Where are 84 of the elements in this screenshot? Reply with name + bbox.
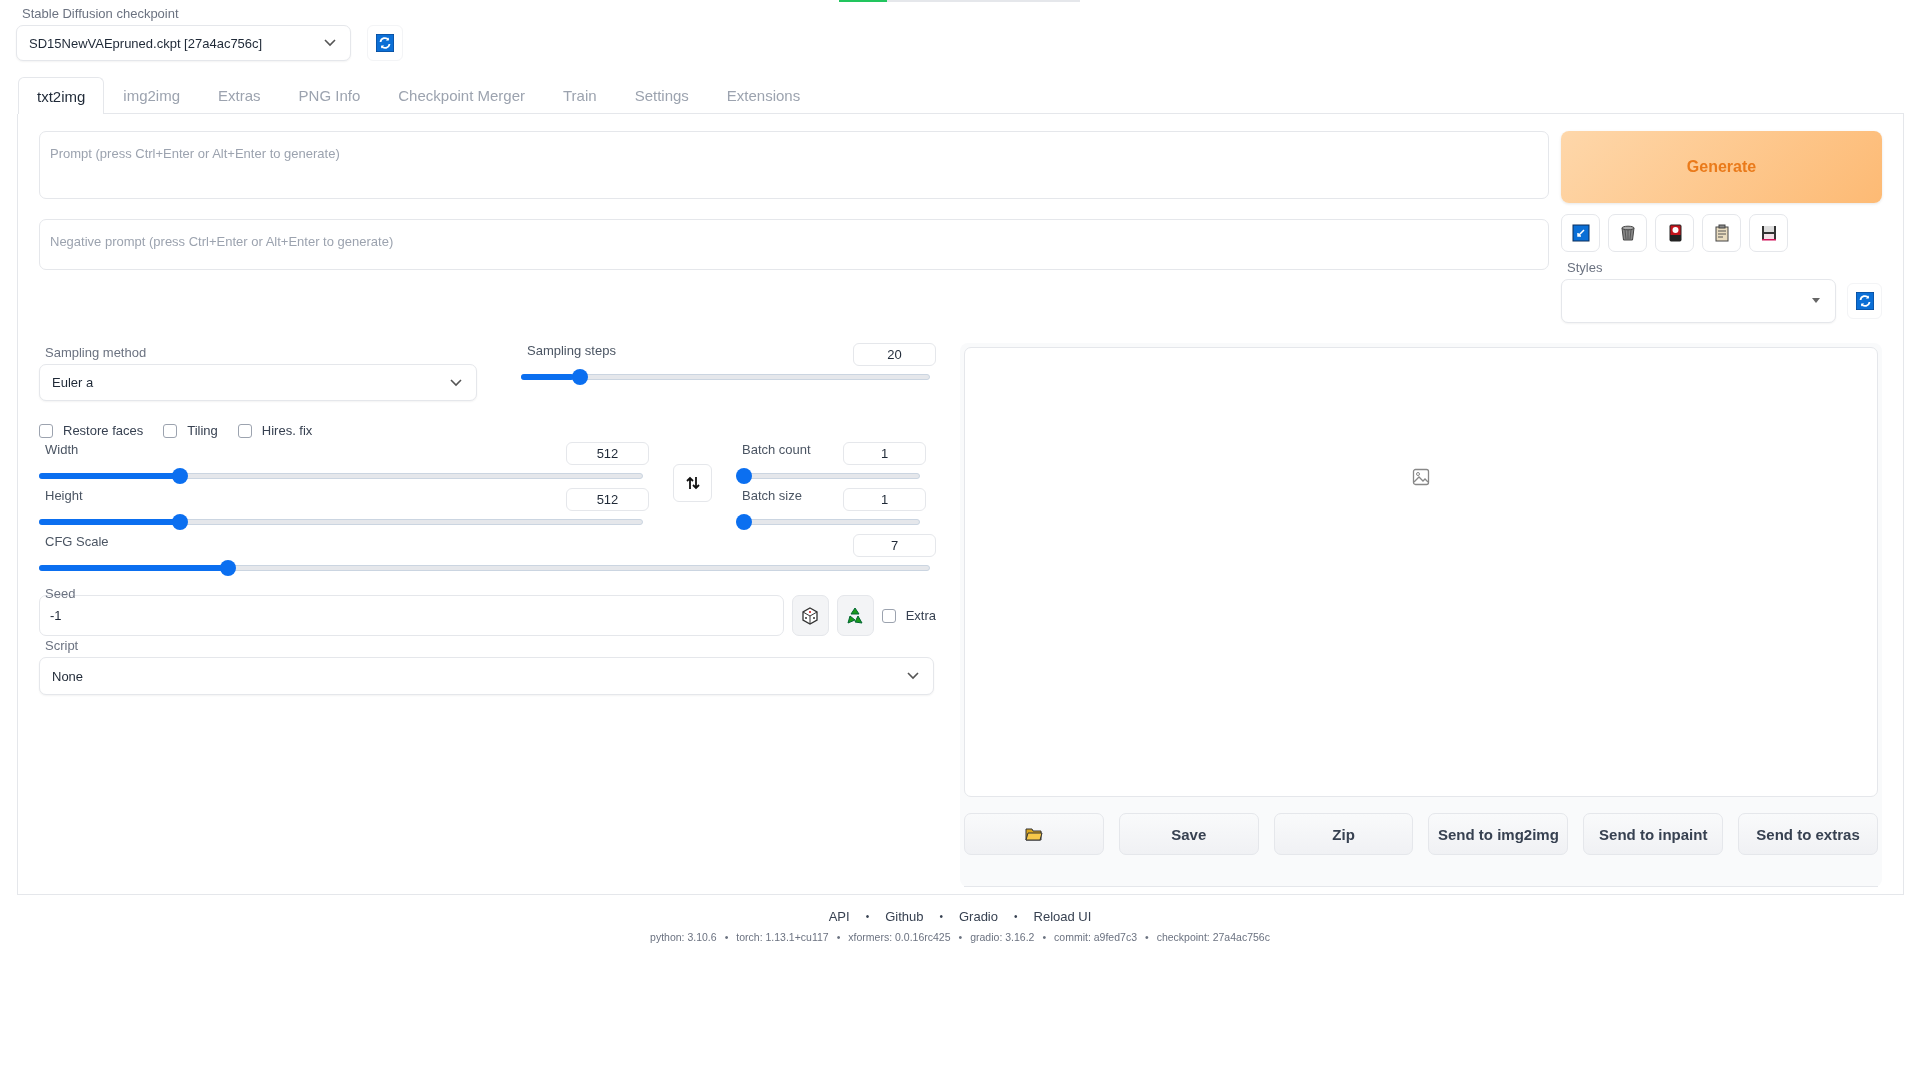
slider-fill — [521, 374, 575, 380]
separator-dot: • — [939, 911, 943, 922]
arrow-box-icon — [1571, 224, 1590, 242]
negative-prompt-field[interactable]: Negative prompt (press Ctrl+Enter or Alt+Enter to generate) — [39, 219, 1549, 270]
chevron-down-icon — [907, 672, 919, 680]
number-field[interactable]: 1 — [843, 488, 926, 511]
output-action-button[interactable]: Send to img2img — [1428, 813, 1569, 855]
checkpoint-label: Stable Diffusion checkpoint — [22, 6, 180, 21]
script-label: Script — [45, 638, 80, 653]
image-placeholder-icon — [1412, 468, 1430, 486]
version-info: checkpoint: 27a4ac756c — [1156, 931, 1270, 943]
separator-dot: • — [958, 931, 963, 943]
folder-icon — [1024, 827, 1043, 841]
separator-dot: • — [1042, 931, 1047, 943]
slider-thumb[interactable] — [220, 560, 237, 576]
styles-refresh-button[interactable] — [1847, 283, 1882, 319]
slider-label: Width — [45, 442, 79, 457]
tool-button[interactable] — [1608, 214, 1647, 252]
open-folder-button[interactable] — [964, 813, 1104, 855]
version-info: python: 3.10.6 — [650, 931, 717, 943]
footer-link[interactable]: Gradio — [958, 909, 998, 924]
slider-label: Batch count — [742, 442, 811, 457]
tab[interactable]: txt2img — [18, 77, 105, 114]
output-action-button[interactable]: Send to inpaint — [1583, 813, 1724, 855]
refresh-icon — [1855, 292, 1874, 310]
footer-link[interactable]: API — [828, 909, 850, 924]
chevron-down-icon — [450, 378, 462, 387]
separator-dot: • — [865, 911, 870, 922]
number-field[interactable]: 512 — [566, 488, 649, 511]
recycle-icon — [846, 606, 865, 625]
slider-thumb[interactable] — [736, 468, 752, 484]
swap-arrows-icon — [685, 476, 700, 490]
checkbox-label: Extra — [905, 608, 936, 623]
number-field[interactable]: 20 — [853, 343, 936, 366]
tool-button[interactable] — [1655, 214, 1694, 252]
number-field[interactable]: 1 — [843, 442, 926, 465]
checkbox-label: Hires. fix — [261, 423, 313, 438]
checkbox[interactable] — [163, 423, 178, 438]
chevron-down-icon — [324, 39, 336, 47]
checkbox-label: Restore faces — [63, 423, 144, 438]
caret-icon — [1811, 298, 1821, 304]
slider-thumb[interactable] — [736, 514, 752, 530]
slider-label: CFG Scale — [45, 534, 109, 549]
script-dropdown[interactable]: None — [39, 657, 934, 695]
number-field[interactable]: 512 — [566, 442, 649, 465]
sampling-method-label: Sampling method — [45, 345, 148, 360]
swap-button[interactable] — [673, 464, 712, 502]
dice-icon — [801, 606, 820, 625]
checkbox[interactable] — [881, 608, 896, 623]
slider-thumb[interactable] — [572, 369, 589, 385]
random-seed-button[interactable] — [791, 595, 829, 636]
slider-thumb[interactable] — [171, 468, 188, 484]
clipboard-icon — [1712, 224, 1731, 242]
slider-label: Batch size — [742, 488, 802, 503]
trash-icon — [1618, 224, 1637, 242]
slider-label: Sampling steps — [527, 343, 616, 358]
refresh-icon — [376, 34, 394, 52]
checkbox[interactable] — [39, 423, 53, 438]
version-info: gradio: 3.16.2 — [970, 931, 1035, 943]
separator-dot: • — [724, 931, 729, 943]
slider-thumb[interactable] — [171, 514, 188, 530]
tool-button[interactable] — [1749, 214, 1788, 252]
reuse-seed-button[interactable] — [836, 595, 874, 636]
styles-label: Styles — [1567, 260, 1604, 275]
version-info: commit: a9fed7c3 — [1054, 931, 1137, 943]
tool-button[interactable] — [1561, 214, 1600, 252]
separator-dot: • — [1014, 911, 1018, 922]
sampling-method-dropdown[interactable]: Euler a — [39, 364, 477, 401]
checkpoint-dropdown[interactable]: SD15NewVAEpruned.ckpt [27a4ac756c] — [16, 25, 351, 61]
footer-link[interactable]: Reload UI — [1033, 909, 1092, 924]
separator-dot: • — [1144, 931, 1149, 943]
output-action-button[interactable]: Save — [1118, 813, 1259, 855]
checkbox[interactable] — [237, 423, 252, 438]
separator-dot: • — [836, 931, 841, 943]
prompt-field[interactable]: Prompt (press Ctrl+Enter or Alt+Enter to generate) — [39, 131, 1549, 199]
footer-link[interactable]: Github — [885, 909, 924, 924]
checkbox-label: Tiling — [187, 423, 218, 438]
version-info: xformers: 0.0.16rc425 — [848, 931, 951, 943]
version-info: torch: 1.13.1+cu117 — [736, 931, 829, 943]
slider-label: Height — [45, 488, 83, 503]
number-field[interactable]: 7 — [853, 534, 936, 557]
refresh-button[interactable] — [367, 25, 403, 61]
output-action-button[interactable]: Send to extras — [1738, 813, 1878, 855]
output-action-button[interactable]: Zip — [1273, 813, 1414, 855]
